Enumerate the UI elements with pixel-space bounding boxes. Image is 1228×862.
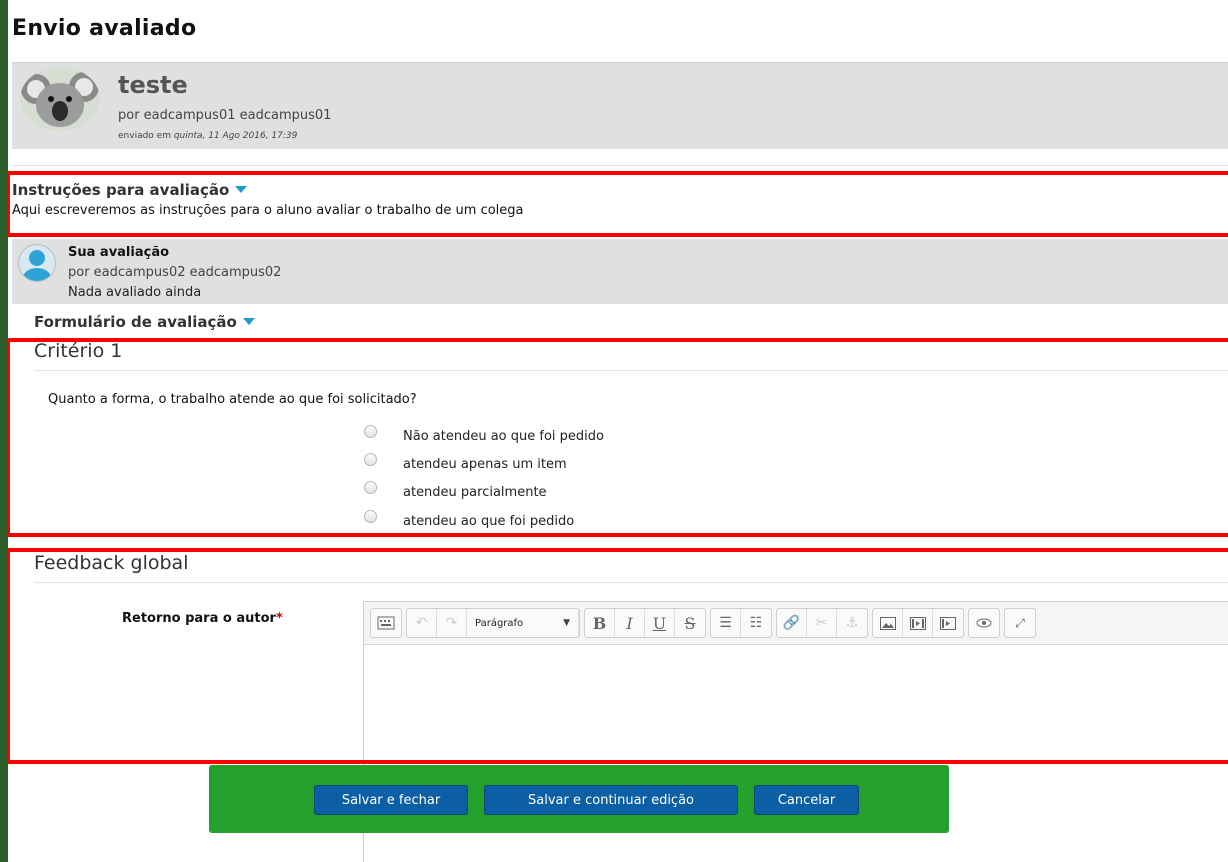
toolbar-group: ☰ ☷ [710, 608, 772, 638]
bold-icon[interactable]: B [585, 609, 615, 637]
highlight-box-criterion [8, 338, 1228, 537]
instructions-title: Instruções para avaliação [12, 181, 230, 199]
video-icon[interactable] [933, 609, 963, 637]
link-icon[interactable]: 🔗 [777, 609, 807, 637]
submission-date-prefix: enviado em [118, 131, 171, 141]
paragraph-format-select[interactable]: Parágrafo ▼ [467, 609, 579, 637]
my-assessment-status: Nada avaliado ainda [68, 285, 202, 300]
radio-button[interactable] [364, 480, 377, 494]
submission-title: teste [118, 71, 188, 99]
divider [12, 165, 1228, 166]
italic-icon[interactable]: I [615, 609, 645, 637]
toggle-toolbar-icon[interactable] [371, 609, 401, 637]
criterion-option[interactable]: atendeu ao que foi pedido [364, 509, 575, 531]
criterion-option[interactable]: Não atendeu ao que foi pedido [364, 424, 604, 446]
radio-button[interactable] [364, 509, 377, 523]
caret-down-icon [242, 318, 255, 325]
strikethrough-icon[interactable]: S [675, 609, 705, 637]
my-assessment-box: Sua avaliação por eadcampus02 eadcampus0… [12, 239, 1228, 304]
format-value: Parágrafo [475, 617, 524, 629]
required-mark: * [275, 611, 283, 626]
my-assessment-author: por eadcampus02 eadcampus02 [68, 265, 282, 280]
toolbar-group: B I U S [584, 608, 706, 638]
preview-icon[interactable] [969, 609, 999, 637]
option-label: Não atendeu ao que foi pedido [403, 428, 604, 444]
divider [34, 582, 1228, 583]
numbered-list-icon[interactable]: ☷ [741, 609, 771, 637]
toolbar-group [370, 608, 402, 638]
save-continue-button[interactable]: Salvar e continuar edição [484, 785, 738, 815]
submission-date: enviado em quinta, 11 Ago 2016, 17:39 [118, 131, 297, 141]
user-avatar-icon [18, 244, 56, 282]
page-title: Envio avaliado [12, 16, 197, 41]
toolbar-group: ↶ ↷ Parágrafo ▼ [406, 608, 580, 638]
assessment-form-title: Formulário de avaliação [34, 313, 237, 331]
editor-toolbar: ↶ ↷ Parágrafo ▼ B I U S ☰ ☷ 🔗 ✂ ⚓ ⤢ [364, 602, 1228, 645]
criterion-option[interactable]: atendeu parcialmente [364, 480, 547, 502]
my-assessment-title: Sua avaliação [68, 245, 170, 260]
toolbar-group: ⤢ [1004, 608, 1036, 638]
unlink-icon[interactable]: ✂ [807, 609, 837, 637]
media-icon[interactable] [903, 609, 933, 637]
divider [34, 370, 1228, 371]
radio-button[interactable] [364, 424, 377, 438]
feedback-label: Retorno para o autor* [122, 611, 283, 626]
save-close-button[interactable]: Salvar e fechar [314, 785, 468, 815]
assessment-form-toggle[interactable]: Formulário de avaliação [34, 313, 255, 331]
toolbar-group: 🔗 ✂ ⚓ [776, 608, 868, 638]
cancel-button[interactable]: Cancelar [754, 785, 859, 815]
page: Envio avaliado teste por eadcampus01 ead… [8, 0, 1228, 862]
instructions-text: Aqui escreveremos as instruções para o a… [12, 203, 524, 218]
chevron-down-icon: ▼ [563, 618, 570, 628]
instructions-toggle[interactable]: Instruções para avaliação [12, 181, 248, 199]
anchor-icon[interactable]: ⚓ [837, 609, 867, 637]
option-label: atendeu ao que foi pedido [403, 513, 575, 529]
bullet-list-icon[interactable]: ☰ [711, 609, 741, 637]
toolbar-group [872, 608, 964, 638]
option-label: atendeu apenas um item [403, 456, 567, 472]
criterion-question: Quanto a forma, o trabalho atende ao que… [48, 392, 417, 407]
submission-date-value: quinta, 11 Ago 2016, 17:39 [173, 131, 298, 141]
criterion-title: Critério 1 [34, 340, 123, 362]
caret-down-icon [235, 186, 248, 193]
undo-icon[interactable]: ↶ [407, 609, 437, 637]
option-label: atendeu parcialmente [403, 484, 547, 500]
redo-icon[interactable]: ↷ [437, 609, 467, 637]
feedback-label-text: Retorno para o autor [122, 611, 276, 626]
submission-author: por eadcampus01 eadcampus01 [118, 108, 332, 123]
image-icon[interactable] [873, 609, 903, 637]
underline-icon[interactable]: U [645, 609, 675, 637]
action-bar: Salvar e fechar Salvar e continuar ediçã… [209, 765, 949, 833]
toolbar-group [968, 608, 1000, 638]
fullscreen-icon[interactable]: ⤢ [1005, 609, 1035, 637]
submission-avatar [20, 67, 100, 131]
submission-header: teste por eadcampus01 eadcampus01 enviad… [12, 62, 1228, 149]
feedback-title: Feedback global [34, 552, 189, 574]
radio-button[interactable] [364, 452, 377, 466]
criterion-option[interactable]: atendeu apenas um item [364, 452, 567, 474]
